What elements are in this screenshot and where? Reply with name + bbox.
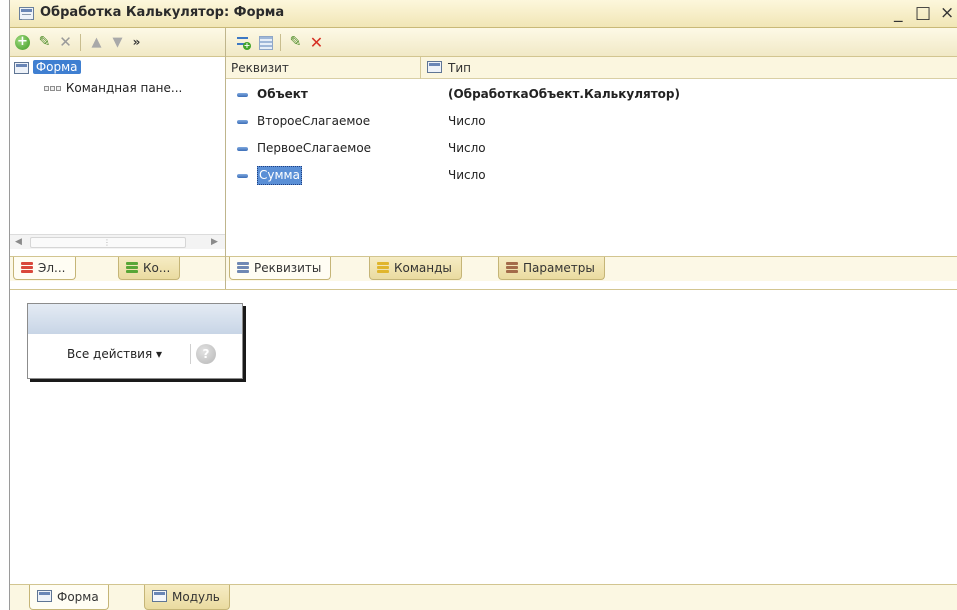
window: Обработка Калькулятор: Форма _ □ × + ✎ ✕… — [9, 0, 957, 610]
attribute-name: Объект — [257, 87, 308, 101]
table-row[interactable]: ПервоеСлагаемое Число — [226, 135, 957, 162]
tab-commands-short[interactable]: Ко... — [118, 257, 181, 280]
form-preview-header — [28, 304, 242, 334]
form-preview-area: Все действия ▾ ? — [10, 289, 957, 584]
table-row-selected[interactable]: Сумма Число — [226, 162, 957, 189]
tree-item-form[interactable]: Форма — [14, 57, 81, 77]
tree-item-command-panel[interactable]: Командная пане... — [44, 78, 182, 98]
minimize-button[interactable]: _ — [894, 2, 903, 24]
attributes-tabstrip: Реквизиты Команды Параметры — [226, 256, 957, 281]
tab-commands[interactable]: Команды — [369, 257, 462, 280]
commands-icon — [126, 262, 138, 274]
scroll-left-icon[interactable]: ◀ — [15, 235, 22, 250]
edit-pencil-icon[interactable]: ✎ — [36, 34, 53, 51]
form-icon — [14, 61, 29, 74]
maximize-button[interactable]: □ — [915, 2, 931, 24]
title-bar: Обработка Калькулятор: Форма _ □ × — [10, 0, 957, 28]
tab-elements[interactable]: Эл... — [13, 257, 76, 280]
attributes-tab-icon — [237, 262, 249, 274]
elements-tabstrip: Эл... Ко... — [10, 256, 225, 281]
add-attribute-icon[interactable]: + — [235, 34, 252, 51]
parameters-tab-icon — [506, 262, 518, 274]
tree-item-label: Форма — [32, 60, 81, 74]
elements-icon — [21, 262, 33, 274]
move-down-icon[interactable]: ▼ — [109, 34, 126, 51]
attribute-type: (ОбработкаОбъект.Калькулятор) — [448, 87, 680, 101]
add-icon[interactable]: + — [14, 34, 31, 51]
attribute-type: Число — [448, 141, 486, 155]
column-header-attribute[interactable]: Реквизит — [231, 57, 289, 79]
attribute-icon — [237, 174, 248, 178]
elements-toolbar: + ✎ ✕ ▲ ▼ » — [10, 28, 225, 57]
tab-attributes[interactable]: Реквизиты — [229, 257, 332, 280]
bottom-tabstrip: Форма Модуль — [10, 584, 957, 610]
window-title: Обработка Калькулятор: Форма — [40, 5, 285, 20]
attributes-table-header: Реквизит Тип — [226, 57, 957, 79]
command-panel-icon — [44, 85, 62, 93]
delete-icon[interactable]: ✕ — [57, 34, 74, 51]
commands-tab-icon — [377, 262, 389, 274]
attribute-name[interactable]: Сумма — [257, 166, 302, 185]
close-button[interactable]: × — [940, 2, 954, 24]
table-row[interactable]: Объект (ОбработкаОбъект.Калькулятор) — [226, 81, 957, 108]
attribute-name: ПервоеСлагаемое — [257, 141, 372, 155]
tab-parameters[interactable]: Параметры — [498, 257, 605, 280]
attributes-toolbar: + ✎ ✕ — [226, 28, 957, 57]
edit-pencil-icon[interactable]: ✎ — [287, 34, 304, 51]
elements-panel: + ✎ ✕ ▲ ▼ » Форма Командная пане... ◀ ⋮ … — [10, 28, 226, 289]
form-preview: Все действия ▾ ? — [27, 303, 243, 379]
horizontal-scrollbar[interactable]: ◀ ⋮ ▶ — [10, 234, 225, 249]
form-window-icon — [19, 7, 34, 20]
tab-module[interactable]: Модуль — [144, 585, 230, 610]
all-actions-button[interactable]: Все действия ▾ — [67, 347, 162, 361]
scroll-right-icon[interactable]: ▶ — [211, 235, 218, 250]
attributes-panel: + ✎ ✕ Реквизит Тип Объект (ОбработкаОбъе… — [226, 28, 957, 289]
type-column-icon — [427, 61, 442, 83]
attribute-icon — [237, 147, 248, 151]
tab-form[interactable]: Форма — [29, 585, 109, 610]
add-table-icon[interactable] — [257, 34, 274, 51]
attribute-type: Число — [448, 168, 486, 182]
attribute-icon — [237, 120, 248, 124]
attribute-name: ВтороеСлагаемое — [257, 114, 371, 128]
module-icon — [152, 590, 167, 602]
more-icon[interactable]: » — [128, 34, 145, 51]
form-icon — [37, 590, 52, 602]
table-row[interactable]: ВтороеСлагаемое Число — [226, 108, 957, 135]
attribute-icon — [237, 93, 248, 97]
column-header-type[interactable]: Тип — [448, 57, 471, 79]
help-icon[interactable]: ? — [196, 344, 216, 364]
delete-icon[interactable]: ✕ — [308, 34, 325, 51]
attribute-type: Число — [448, 114, 486, 128]
move-up-icon[interactable]: ▲ — [88, 34, 105, 51]
tree-item-label: Командная пане... — [65, 81, 183, 95]
